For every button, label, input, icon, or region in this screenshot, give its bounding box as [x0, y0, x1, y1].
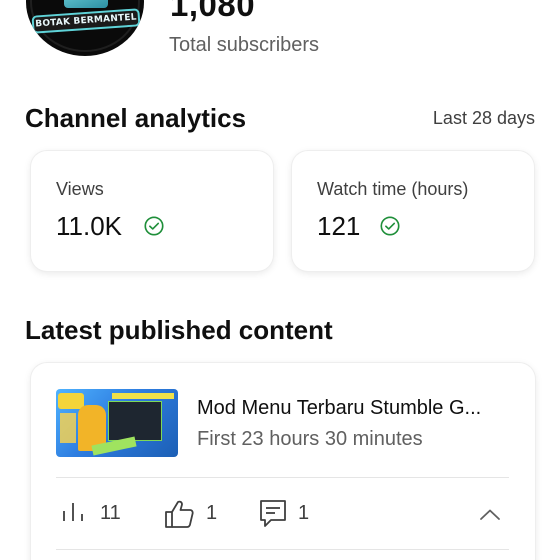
check-circle-icon: [144, 216, 164, 236]
subscriber-label: Total subscribers: [169, 34, 320, 56]
video-age: First 23 hours 30 minutes: [197, 428, 423, 450]
thumbs-up-icon: [165, 500, 194, 528]
video-title[interactable]: Mod Menu Terbaru Stumble G...: [197, 397, 509, 420]
chevron-up-icon[interactable]: [478, 503, 502, 527]
video-thumbnail[interactable]: [56, 389, 178, 457]
watch-time-value: 121: [317, 211, 361, 241]
subscriber-count: 1,080: [170, 0, 256, 23]
divider: [56, 549, 509, 550]
views-value: 11.0K: [56, 211, 123, 241]
video-views-count: 11: [100, 502, 121, 524]
bar-chart-icon: [63, 503, 83, 521]
channel-avatar[interactable]: BOTAK BERMANTEL: [26, 0, 144, 56]
latest-content-title: Latest published content: [25, 315, 333, 345]
check-circle-icon: [380, 216, 400, 236]
views-card[interactable]: Views 11.0K: [31, 151, 273, 271]
comment-icon: [260, 500, 286, 527]
watch-time-card[interactable]: Watch time (hours) 121: [292, 151, 534, 271]
analytics-period[interactable]: Last 28 days: [433, 108, 535, 129]
video-likes-count: 1: [206, 502, 218, 524]
video-comments-count: 1: [298, 502, 310, 524]
views-label: Views: [56, 179, 104, 199]
avatar-mascot: [64, 0, 108, 8]
channel-analytics-title: Channel analytics: [25, 103, 247, 133]
divider: [56, 477, 509, 478]
watch-time-label: Watch time (hours): [317, 179, 469, 199]
latest-video-card[interactable]: Mod Menu Terbaru Stumble G... First 23 h…: [31, 363, 535, 560]
